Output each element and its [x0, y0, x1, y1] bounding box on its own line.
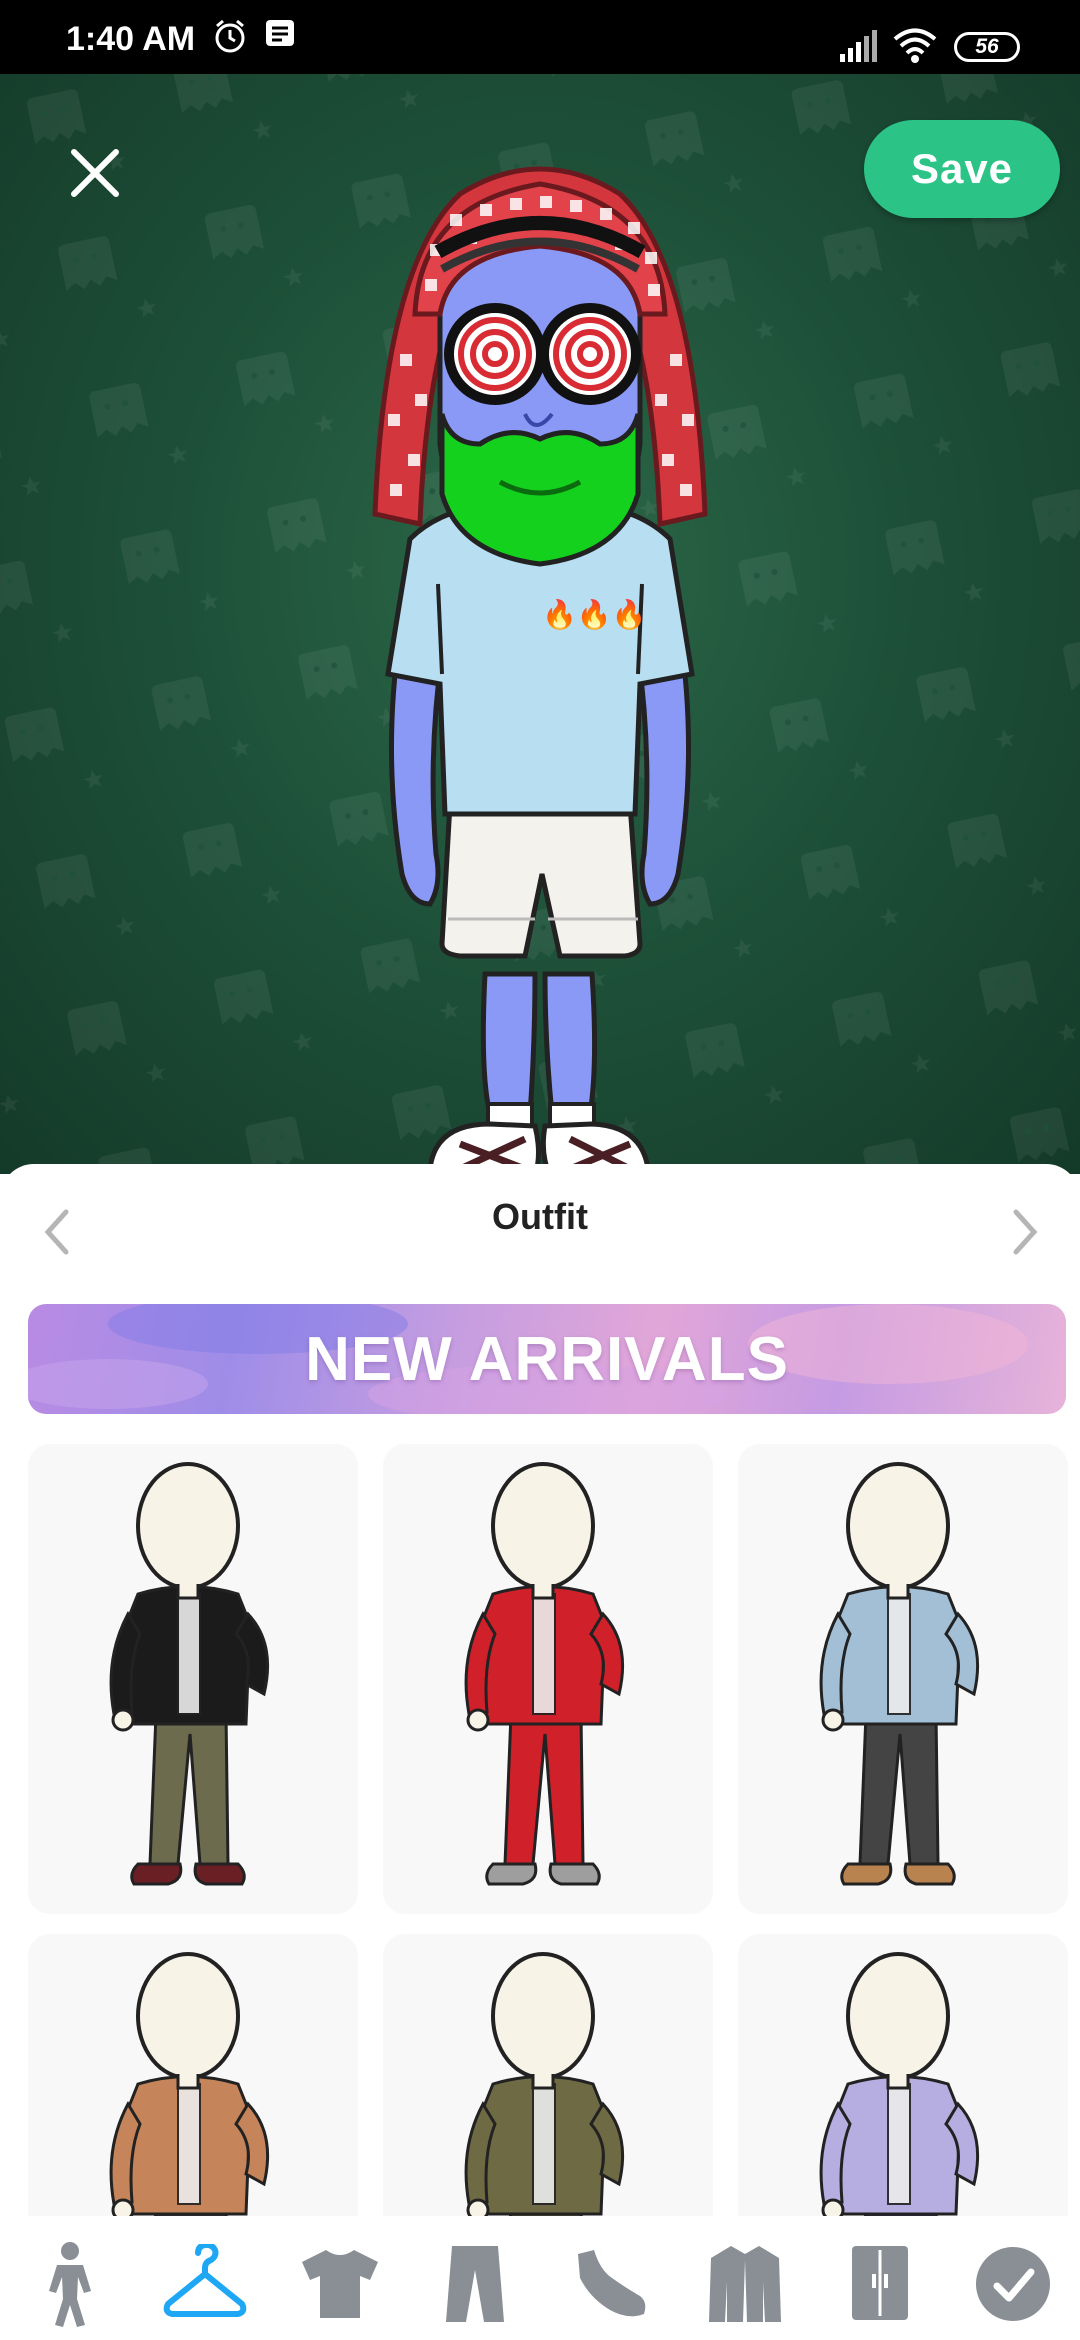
outfit-lavender-jacket — [819, 1952, 980, 2222]
tab-outfits[interactable] — [155, 2234, 255, 2334]
outfit-tile[interactable] — [383, 1444, 713, 1914]
tab-shoes[interactable] — [560, 2234, 660, 2334]
status-time: 1:40 AM — [66, 20, 196, 58]
close-icon[interactable] — [60, 138, 130, 208]
jacket-icon — [709, 2246, 781, 2322]
save-button[interactable]: Save — [864, 120, 1060, 218]
tab-confirm[interactable] — [963, 2234, 1063, 2334]
outfit-tile[interactable] — [738, 1444, 1068, 1914]
shoe-icon — [578, 2250, 646, 2317]
outfit-red-tracksuit — [464, 1462, 625, 1886]
tab-outerwear[interactable] — [695, 2234, 795, 2334]
chevron-right-icon[interactable] — [1006, 1202, 1046, 1262]
battery-icon: 56 — [954, 32, 1020, 62]
message-icon — [266, 20, 294, 46]
outfit-sheet: Outfit NEW ARRIVALS — [0, 1164, 1080, 2222]
outfit-tan-jacket — [109, 1952, 270, 2222]
sheet-title: Outfit — [492, 1196, 588, 1237]
wardrobe-icon — [852, 2246, 908, 2320]
banner-title: NEW ARRIVALS — [305, 1324, 789, 1394]
tab-bottoms[interactable] — [425, 2234, 525, 2334]
outfit-tile[interactable] — [28, 1934, 358, 2222]
wifi-icon — [893, 28, 937, 63]
tab-tops[interactable] — [290, 2234, 390, 2334]
tab-wardrobe[interactable] — [830, 2234, 930, 2334]
shirt-decal: 🔥🔥🔥 — [542, 598, 647, 631]
alarm-icon — [215, 19, 245, 53]
status-bar: 1:40 AM 56 — [0, 0, 1080, 74]
tshirt-icon — [302, 2250, 378, 2318]
outfit-olive-blazer — [464, 1952, 625, 2222]
outfit-tile[interactable] — [383, 1934, 713, 2222]
category-toolbar — [0, 2216, 1080, 2340]
signal-icon — [840, 30, 877, 62]
outfit-denim-jacket-grey-pants — [819, 1462, 980, 1886]
outfit-tile[interactable] — [738, 1934, 1068, 2222]
pants-icon — [446, 2246, 504, 2322]
outfit-black-jacket-olive-pants — [109, 1462, 270, 1886]
outfit-tile[interactable] — [28, 1444, 358, 1914]
avatar-preview: Save 🔥🔥🔥 — [0, 74, 1080, 1174]
checkmark-icon — [976, 2247, 1050, 2321]
body-icon — [49, 2242, 91, 2327]
hanger-icon — [163, 2244, 247, 2317]
avatar-figure: 🔥🔥🔥 — [372, 166, 708, 1174]
tab-body[interactable] — [20, 2234, 120, 2334]
new-arrivals-banner[interactable]: NEW ARRIVALS — [28, 1304, 1066, 1414]
